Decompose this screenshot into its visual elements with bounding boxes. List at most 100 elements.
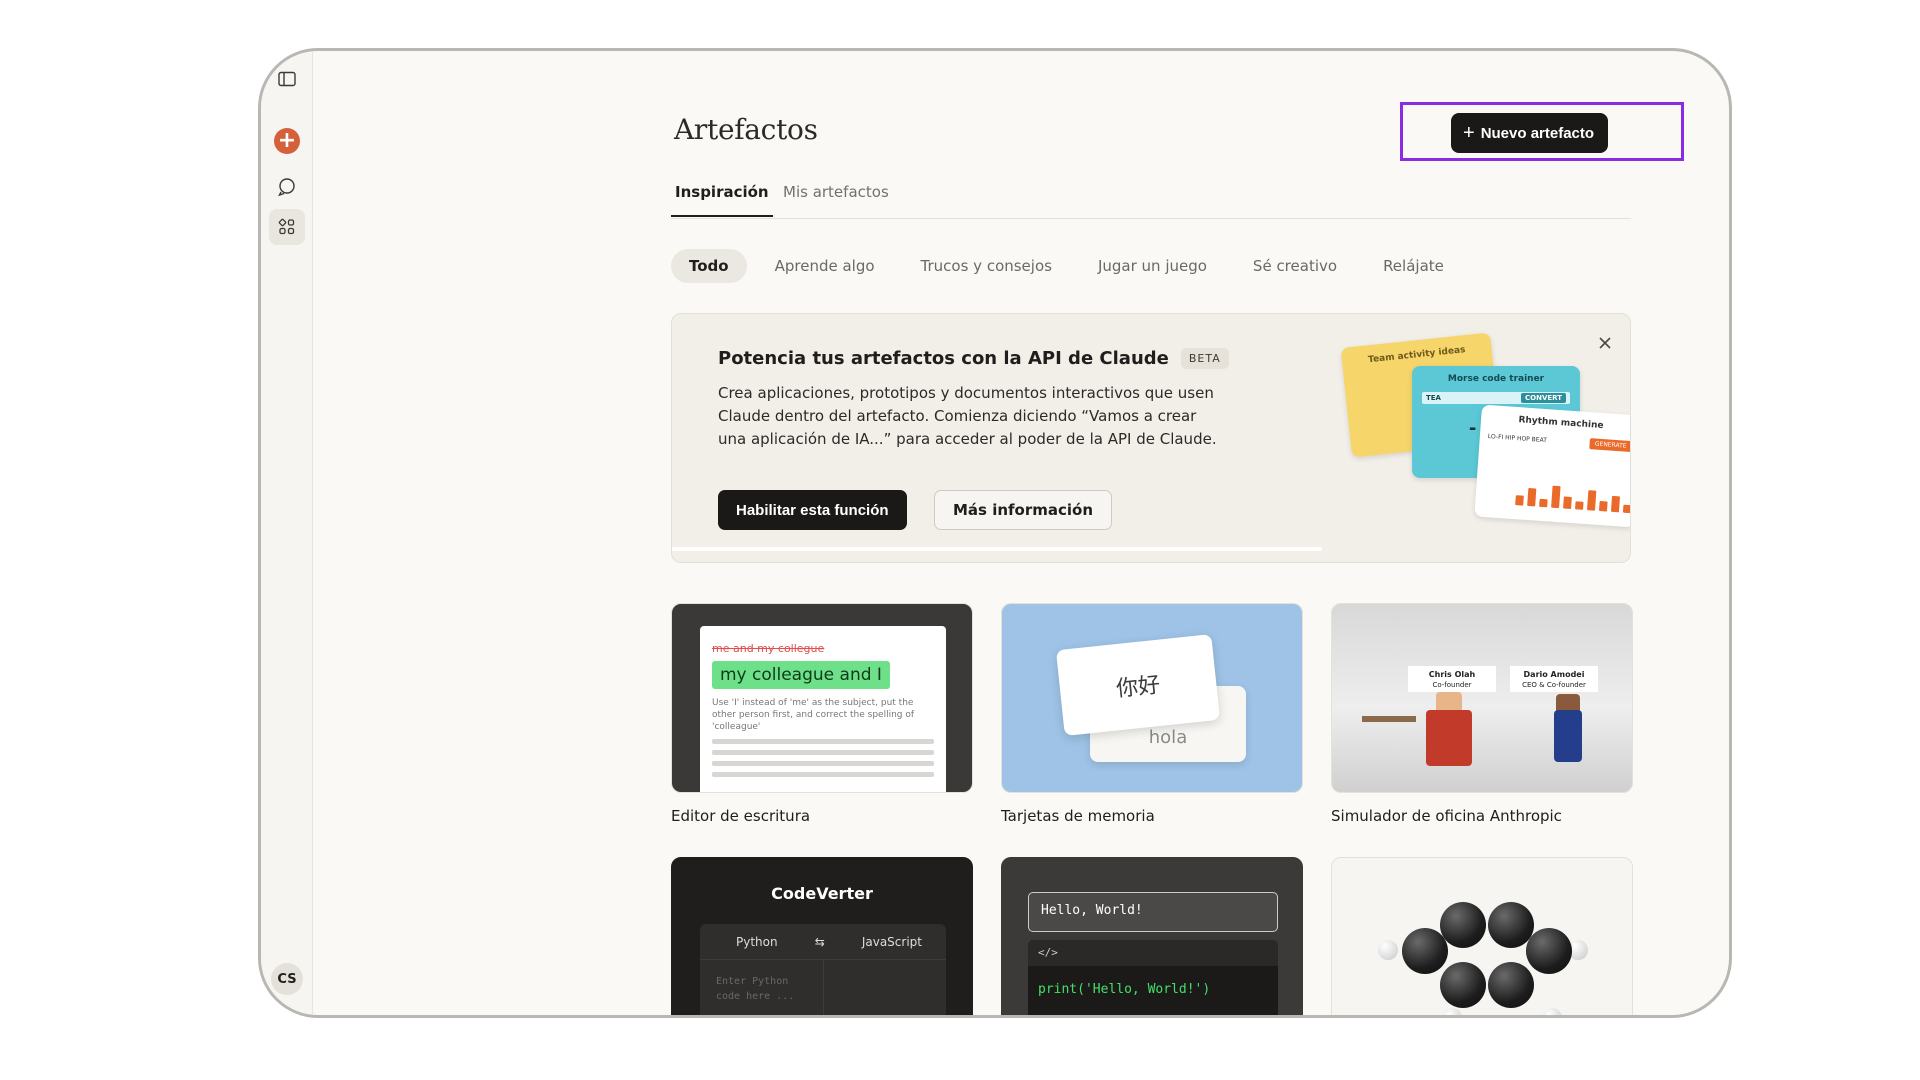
preview-rhythm-button: GENERATE [1589, 438, 1630, 453]
new-chat-button[interactable]: + [269, 123, 305, 159]
office-sign-1: Chris Olah Co-founder [1408, 666, 1496, 692]
banner-close-button[interactable] [1592, 330, 1618, 356]
hydrogen-atom [1442, 1008, 1462, 1015]
codeverter-placeholder-line: Enter Python [716, 976, 789, 987]
card-codeverter[interactable]: CodeVerter Python ⇆ JavaScript Enter Pyt… [671, 857, 973, 1015]
editor-line [712, 750, 934, 755]
hello-input: Hello, World! [1028, 892, 1278, 932]
codeverter-divider [823, 960, 824, 1015]
code-line: print('Hello, World!') [1038, 982, 1211, 997]
carbon-atom [1440, 962, 1486, 1008]
plus-icon: + [1463, 122, 1475, 144]
card-molecule[interactable] [1331, 857, 1633, 1015]
preview-morse-button: CONVERT [1521, 393, 1566, 403]
codeverter-placeholder-line: code here ... [716, 991, 795, 1002]
preview-morse-title: Morse code trainer [1447, 374, 1545, 384]
hydrogen-atom [1542, 1008, 1562, 1015]
code-tag: </> [1028, 940, 1278, 966]
office-sign-2-name: Dario Amodei [1523, 670, 1585, 679]
carbon-atom [1440, 902, 1486, 948]
carbon-atom [1526, 928, 1572, 974]
new-artifact-button[interactable]: + Nuevo artefacto [1451, 113, 1609, 153]
card-label: Tarjetas de memoria [1001, 807, 1155, 825]
page-title: Artefactos [674, 113, 818, 146]
banner-description: Crea aplicaciones, prototipos y document… [718, 384, 1217, 448]
sidebar-toggle-icon [278, 71, 296, 87]
tab-bar: Inspiración Mis artefactos [671, 173, 1631, 219]
hello-code-block: </> print('Hello, World!') [1028, 940, 1278, 1015]
carbon-atom [1488, 962, 1534, 1008]
office-sign-1-name: Chris Olah [1428, 670, 1476, 679]
codeverter-panel: Python ⇆ JavaScript Enter Python code he… [700, 924, 946, 1015]
editor-note: Use 'I' instead of 'me' as the subject, … [712, 698, 915, 732]
preview-rhythm-machine: Rhythm machine LO-FI HIP HOP BEAT GENERA… [1474, 404, 1630, 528]
card-writing-editor[interactable]: me and my collegue my colleague and I Us… [671, 603, 973, 825]
swap-icon: ⇆ [814, 934, 825, 949]
card-thumbnail: Hello, World! </> print('Hello, World!') [1001, 857, 1303, 1015]
filter-relajate[interactable]: Relájate [1365, 249, 1462, 283]
codeverter-header: Python ⇆ JavaScript [700, 924, 946, 960]
enable-feature-button[interactable]: Habilitar esta función [718, 490, 907, 530]
preview-team-activity-title: Team activity ideas [1367, 345, 1466, 366]
office-sign-1-role: Co-founder [1432, 681, 1472, 689]
card-thumbnail: CodeVerter Python ⇆ JavaScript Enter Pyt… [671, 857, 973, 1015]
codeverter-placeholder: Enter Python code here ... [716, 974, 794, 1004]
category-filters: Todo Aprende algo Trucos y consejos Juga… [671, 249, 1462, 283]
editor-strike-text: me and my collegue [712, 642, 825, 655]
office-desk [1362, 716, 1416, 722]
tab-mis-artefactos[interactable]: Mis artefactos [783, 183, 889, 215]
preview-rhythm-input: LO-FI HIP HOP BEAT GENERATE [1487, 431, 1630, 453]
filter-jugar[interactable]: Jugar un juego [1080, 249, 1225, 283]
artifacts-grid-icon [278, 218, 295, 235]
office-sign-2: Dario Amodei CEO & Co-founder [1510, 666, 1598, 692]
new-artifact-label: Nuevo artefacto [1480, 124, 1595, 142]
tab-inspiracion[interactable]: Inspiración [671, 183, 773, 217]
filter-se-creativo[interactable]: Sé creativo [1235, 249, 1355, 283]
character-body [1554, 710, 1582, 762]
card-thumbnail: me and my collegue my colleague and I Us… [671, 603, 973, 793]
filter-aprende-algo[interactable]: Aprende algo [757, 249, 893, 283]
editor-highlight-text: my colleague and I [712, 661, 890, 689]
codeverter-from: Python [736, 934, 778, 949]
card-hello-world[interactable]: Hello, World! </> print('Hello, World!') [1001, 857, 1303, 1015]
banner-progress-bar [672, 547, 1322, 551]
card-label: Simulador de oficina Anthropic [1331, 807, 1562, 825]
editor-line [712, 739, 934, 744]
chats-button[interactable] [269, 169, 305, 205]
banner-title-text: Potencia tus artefactos con la API de Cl… [718, 348, 1169, 369]
card-thumbnail: hola 你好 [1001, 603, 1303, 793]
plus-icon: + [274, 128, 300, 154]
close-icon [1599, 337, 1611, 349]
carbon-atom [1402, 928, 1448, 974]
banner-title: Potencia tus artefactos con la API de Cl… [718, 348, 1229, 369]
preview-rhythm-bars [1515, 483, 1630, 514]
hydrogen-atom [1378, 940, 1398, 960]
card-flashcards[interactable]: hola 你好 Tarjetas de memoria [1001, 603, 1303, 825]
codeverter-title: CodeVerter [771, 884, 873, 903]
preview-morse-input: TEA CONVERT [1422, 392, 1570, 404]
editor-line [712, 761, 934, 766]
codeverter-to: JavaScript [861, 934, 922, 949]
editor-line [712, 772, 934, 777]
filter-trucos[interactable]: Trucos y consejos [903, 249, 1070, 283]
filter-todo[interactable]: Todo [671, 249, 747, 283]
sidebar: + CS [261, 51, 313, 1015]
app-window: + CS Artefactos + Nuevo artefacto Inspir… [258, 48, 1732, 1018]
card-thumbnail: Chris Olah Co-founder Dario Amodei CEO &… [1331, 603, 1633, 793]
card-label: Editor de escritura [671, 807, 811, 825]
main-content: Artefactos + Nuevo artefacto Inspiración… [671, 51, 1684, 1015]
sidebar-toggle-button[interactable] [269, 61, 305, 97]
card-office-simulator[interactable]: Chris Olah Co-founder Dario Amodei CEO &… [1331, 603, 1633, 825]
card-thumbnail [1331, 857, 1633, 1015]
user-avatar[interactable]: CS [271, 963, 303, 995]
flashcard-front: 你好 [1055, 634, 1221, 736]
preview-rhythm-field: LO-FI HIP HOP BEAT [1487, 433, 1548, 445]
character-body [1426, 710, 1472, 766]
artifacts-nav-button[interactable] [269, 209, 305, 245]
learn-more-button[interactable]: Más información [934, 490, 1113, 530]
office-sign-2-role: CEO & Co-founder [1522, 681, 1586, 689]
preview-rhythm-title: Rhythm machine [1518, 415, 1604, 432]
beta-badge: BETA [1180, 348, 1229, 369]
api-banner: Potencia tus artefactos con la API de Cl… [671, 313, 1631, 563]
preview-morse-field: TEA [1426, 394, 1441, 402]
